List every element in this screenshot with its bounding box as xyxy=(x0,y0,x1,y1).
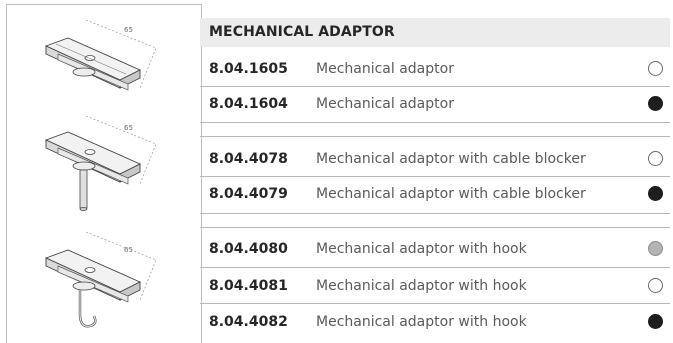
finish-color-swatch xyxy=(648,96,663,111)
finish-color-swatch xyxy=(648,151,663,166)
finish-color-swatch xyxy=(648,314,663,329)
article-description: Mechanical adaptor with hook xyxy=(316,278,527,294)
finish-color-swatch xyxy=(648,241,663,256)
row-divider xyxy=(200,86,670,87)
table-row: 8.04.4082 Mechanical adaptor with hook xyxy=(200,306,670,338)
table-header: MECHANICAL ADAPTOR xyxy=(200,18,670,47)
group-divider xyxy=(200,227,670,228)
group-divider xyxy=(200,122,670,123)
row-divider xyxy=(200,303,670,304)
article-description: Mechanical adaptor with cable blocker xyxy=(316,186,586,202)
article-code: 8.04.4080 xyxy=(209,241,288,257)
article-code: 8.04.4079 xyxy=(209,186,288,202)
article-description: Mechanical adaptor with hook xyxy=(316,241,527,257)
article-description: Mechanical adaptor with cable blocker xyxy=(316,151,586,167)
table-row: 8.04.1604 Mechanical adaptor xyxy=(200,88,670,120)
finish-color-swatch xyxy=(648,61,663,76)
section-title: MECHANICAL ADAPTOR xyxy=(209,24,395,40)
dimension-label: 65 xyxy=(124,124,133,132)
table-row: 8.04.4080 Mechanical adaptor with hook xyxy=(200,233,670,265)
table-row: 8.04.1605 Mechanical adaptor xyxy=(200,53,670,85)
article-code: 8.04.1605 xyxy=(209,61,288,77)
mechanical-adaptor-drawing: 65 xyxy=(28,18,168,118)
article-description: Mechanical adaptor xyxy=(316,61,454,77)
article-code: 8.04.1604 xyxy=(209,96,288,112)
article-code: 8.04.4078 xyxy=(209,151,288,167)
finish-color-swatch xyxy=(648,278,663,293)
article-code: 8.04.4081 xyxy=(209,278,288,294)
table-row: 8.04.4078 Mechanical adaptor with cable … xyxy=(200,143,670,175)
row-divider xyxy=(200,267,670,268)
row-divider xyxy=(200,176,670,177)
group-divider xyxy=(200,213,670,214)
table-row: 8.04.4081 Mechanical adaptor with hook xyxy=(200,270,670,302)
adaptor-with-cable-blocker-drawing: 65 xyxy=(28,114,168,214)
article-description: Mechanical adaptor xyxy=(316,96,454,112)
article-description: Mechanical adaptor with hook xyxy=(316,314,527,330)
article-code: 8.04.4082 xyxy=(209,314,288,330)
group-divider xyxy=(200,136,670,137)
dimension-label: 65 xyxy=(124,26,133,34)
dimension-label: 65 xyxy=(124,246,133,254)
adaptor-with-hook-drawing: 65 xyxy=(28,230,168,330)
table-row: 8.04.4079 Mechanical adaptor with cable … xyxy=(200,178,670,210)
finish-color-swatch xyxy=(648,186,663,201)
